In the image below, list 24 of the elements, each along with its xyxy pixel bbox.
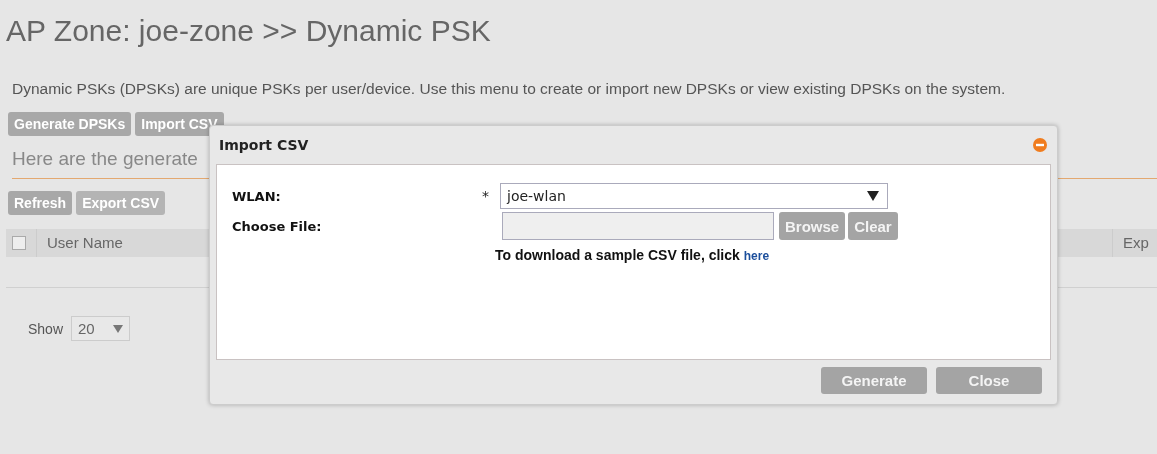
dialog-button[interactable]: Close <box>936 367 1042 394</box>
browse-button[interactable]: Browse <box>779 212 846 240</box>
file-path-field[interactable] <box>502 212 774 240</box>
field-label: WLAN: <box>232 188 282 204</box>
column-header[interactable]: User Name <box>36 229 123 257</box>
page-description: Dynamic PSKs (DPSKs) are unique PSKs per user/device. Use this menu to create or import new DPSKs or view existing DPSKs on the system. <box>12 80 1007 98</box>
clear-button[interactable]: Clear <box>848 212 898 240</box>
page-size-dropdown[interactable]: 20 <box>71 316 130 341</box>
wlan-dropdown[interactable]: joe-wlan <box>500 183 888 209</box>
sample-link[interactable]: here <box>743 249 770 263</box>
action-button[interactable]: Generate DPSKs <box>8 112 132 136</box>
field-label: Choose File: <box>232 218 323 234</box>
required-mark: * <box>482 188 490 204</box>
show-label: Show <box>28 320 64 337</box>
caret-icon <box>112 324 123 333</box>
page-title: AP Zone: joe-zone >> Dynamic PSK <box>6 14 492 49</box>
close-icon[interactable] <box>1033 138 1047 152</box>
caret-icon <box>867 191 879 201</box>
dialog-button[interactable]: Generate <box>821 367 927 394</box>
toolbar-button[interactable]: Export CSV <box>76 191 166 215</box>
column-header[interactable]: Exp <box>1112 229 1157 257</box>
toolbar-button[interactable]: Refresh <box>8 191 73 215</box>
select-all-checkbox[interactable] <box>12 236 26 250</box>
download-hint: To download a sample CSV file, click here <box>495 247 771 263</box>
